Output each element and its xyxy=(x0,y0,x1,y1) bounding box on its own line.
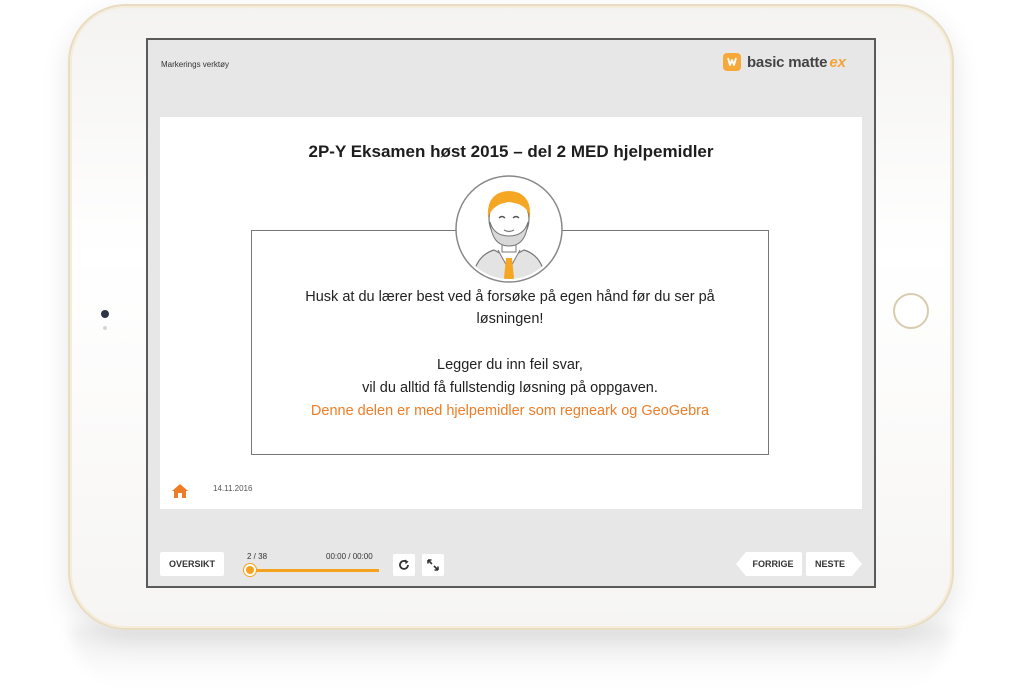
progress-track[interactable] xyxy=(245,569,379,572)
light-sensor xyxy=(103,326,107,330)
markup-tool-label[interactable]: Markerings verktøy xyxy=(161,60,229,69)
teacher-avatar xyxy=(454,174,564,284)
device-reflection xyxy=(70,626,952,686)
replay-button[interactable] xyxy=(393,554,415,576)
brand-logo-icon xyxy=(722,53,741,71)
slide-date: 14.11.2016 xyxy=(213,484,253,493)
fullscreen-icon xyxy=(427,559,439,571)
camera-lens xyxy=(101,310,109,318)
notice-line-highlight: Denne delen er med hjelpemidler som regn… xyxy=(310,403,710,419)
overview-button[interactable]: OVERSIKT xyxy=(160,552,224,576)
fullscreen-button[interactable] xyxy=(422,554,444,576)
slide-canvas: 2P-Y Eksamen høst 2015 – del 2 MED hjelp… xyxy=(160,117,862,509)
notice-line-1: Husk at du lærer best ved å forsøke på e… xyxy=(305,289,715,305)
replay-icon xyxy=(399,559,409,570)
home-icon[interactable] xyxy=(170,481,190,501)
notice-line-2: løsningen! xyxy=(476,311,544,327)
notice-line-3: Legger du inn feil svar, xyxy=(437,357,583,373)
brand-name: basic matte xyxy=(746,53,828,71)
brand-suffix: ex xyxy=(829,53,846,71)
slide-counter: 2 / 38 xyxy=(247,552,268,561)
slide-title: 2P-Y Eksamen høst 2015 – del 2 MED hjelp… xyxy=(308,142,714,161)
time-readout: 00:00 / 00:00 xyxy=(326,552,373,561)
device-home-button[interactable] xyxy=(893,293,929,329)
previous-button[interactable]: FORRIGE xyxy=(736,552,802,576)
progress-handle[interactable] xyxy=(244,564,256,576)
app-screen: Markerings verktøy basic matte ex 2P-Y E… xyxy=(146,38,876,588)
notice-line-4: vil du alltid få fullstendig løsning på … xyxy=(362,380,658,396)
brand-logo: basic matte ex xyxy=(722,53,846,71)
next-button[interactable]: NESTE xyxy=(806,552,862,576)
